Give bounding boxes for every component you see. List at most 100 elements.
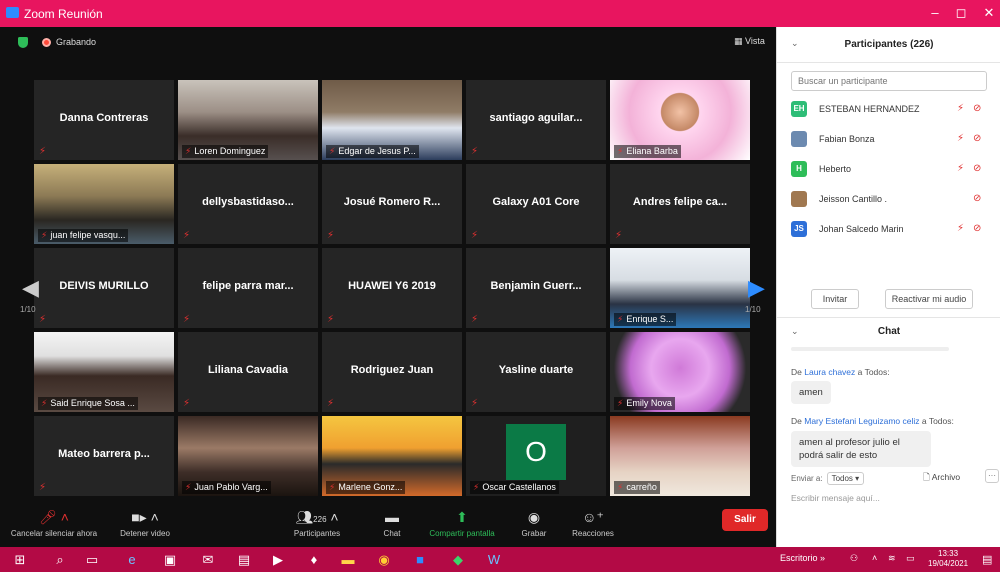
desktop-label[interactable]: Escritorio xyxy=(780,553,818,563)
participant-name: Oscar Castellanos xyxy=(482,482,556,492)
next-page-icon[interactable]: ▶ xyxy=(748,275,765,301)
photos-icon[interactable]: ▤ xyxy=(234,552,254,568)
file-button[interactable]: 🗋︎ Archivo xyxy=(923,472,960,486)
participants-button[interactable]: 👥︎226 ˄ Participantes xyxy=(282,509,352,538)
participant-name-label: ⚡ juan felipe vasqu... xyxy=(38,229,129,242)
participant-name-label: ⚡ Marlene Gonz... xyxy=(326,481,406,494)
task-view-icon[interactable]: ▭ xyxy=(82,552,102,568)
participant-row[interactable]: Fabian Bonza ⚡ ⊘ xyxy=(791,128,987,150)
view-button[interactable]: ▦ Vista xyxy=(734,36,765,47)
notification-icon[interactable]: ▤ xyxy=(982,553,992,566)
microphone-muted-icon: ⚡ xyxy=(327,314,335,325)
participant-name: Yasline duarte xyxy=(498,364,574,376)
participant-video-tile[interactable]: Rodriguez Juan ⚡ xyxy=(322,332,462,412)
wifi-icon[interactable]: ≋ xyxy=(888,553,896,564)
tray-up-icon[interactable]: ˄ xyxy=(872,553,877,563)
participant-name-label: ⚡ Oscar Castellanos xyxy=(470,481,559,494)
participant-video-tile[interactable]: Yasline duarte ⚡ xyxy=(466,332,606,412)
participant-name: Benjamin Guerr... xyxy=(490,280,582,292)
participant-row[interactable]: EH ESTEBAN HERNANDEZ ⚡ ⊘ xyxy=(791,98,987,120)
reactions-button[interactable]: ☺⁺ Reacciones xyxy=(566,509,620,538)
system-clock[interactable]: 13:33 19/04/2021 xyxy=(928,549,968,569)
avatar: EH xyxy=(791,101,807,117)
media-icon[interactable]: ▶ xyxy=(268,552,288,568)
participant-video-tile[interactable]: ⚡ Edgar de Jesus P... xyxy=(322,80,462,160)
maximize-button[interactable]: ◻ xyxy=(946,3,976,23)
store-icon[interactable]: ▣ xyxy=(160,552,180,568)
participant-video-tile[interactable]: ⚡ Loren Dominguez xyxy=(178,80,318,160)
participants-chat-panel: ⌄ Participantes (226) EH ESTEBAN HERNANDE… xyxy=(776,27,1000,547)
participant-video-tile[interactable]: O ⚡ Oscar Castellanos xyxy=(466,416,606,496)
stop-video-button[interactable]: ■▸ ˄ Detener video xyxy=(112,509,178,538)
close-button[interactable]: ✕ xyxy=(974,3,1000,23)
participant-video-tile[interactable]: ⚡ carreño xyxy=(610,416,750,496)
microphone-muted-icon: ⚡ xyxy=(41,230,48,240)
participant-video-tile[interactable]: ⚡ Marlene Gonz... xyxy=(322,416,462,496)
participant-name: Juan Pablo Varg... xyxy=(194,482,268,492)
participant-video-tile[interactable]: ⚡ juan felipe vasqu... xyxy=(34,164,174,244)
participant-video-tile[interactable]: Liliana Cavadia ⚡ xyxy=(178,332,318,412)
app-icon[interactable]: ♦ xyxy=(304,552,324,567)
avatar: JS xyxy=(791,221,807,237)
word-icon[interactable]: W xyxy=(484,552,504,567)
page-indicator-left: 1/10 xyxy=(20,305,36,314)
participant-row[interactable]: JS Johan Salcedo Marin ⚡ ⊘ xyxy=(791,218,987,240)
participant-name: Said Enrique Sosa ... xyxy=(50,398,135,408)
participant-search-input[interactable] xyxy=(791,71,987,91)
participant-video-tile[interactable]: Mateo barrera p... ⚡ xyxy=(34,416,174,496)
participant-video-tile[interactable]: ⚡ Said Enrique Sosa ... xyxy=(34,332,174,412)
participant-video-tile[interactable]: Benjamin Guerr... ⚡ xyxy=(466,248,606,328)
chevron-icon[interactable]: » xyxy=(820,553,825,563)
unmute-me-button[interactable]: Reactivar mi audio xyxy=(885,289,973,309)
participant-video-tile[interactable]: Andres felipe ca... ⚡ xyxy=(610,164,750,244)
microphone-muted-icon: ⚡ xyxy=(329,146,336,156)
chrome-icon[interactable]: ◉ xyxy=(374,552,394,568)
window-titlebar: Zoom Reunión – ◻ ✕ xyxy=(0,0,1000,27)
app2-icon[interactable]: ◆ xyxy=(448,552,468,568)
share-screen-button[interactable]: ⬆ Compartir pantalla xyxy=(424,509,500,538)
participant-video-tile[interactable]: ⚡ Enrique S... xyxy=(610,248,750,328)
more-options-button[interactable]: ··· xyxy=(985,469,999,483)
participant-video-tile[interactable]: ⚡ Emily Nova xyxy=(610,332,750,412)
invite-button[interactable]: Invitar xyxy=(811,289,859,309)
participant-video-tile[interactable]: dellysbastidaso... ⚡ xyxy=(178,164,318,244)
battery-icon[interactable]: ▭ xyxy=(906,553,915,564)
search-icon[interactable]: ⌕ xyxy=(50,552,70,568)
participant-video-tile[interactable]: Josué Romero R... ⚡ xyxy=(322,164,462,244)
participant-name: Rodriguez Juan xyxy=(350,364,434,376)
participant-video-tile[interactable]: Galaxy A01 Core ⚡ xyxy=(466,164,606,244)
participant-row[interactable]: H Heberto ⚡ ⊘ xyxy=(791,158,987,180)
participant-name: dellysbastidaso... xyxy=(202,196,294,208)
participant-video-tile[interactable]: Danna Contreras ⚡ xyxy=(34,80,174,160)
participant-name-label: ⚡ Loren Dominguez xyxy=(182,145,269,158)
windows-start-icon[interactable]: ⊞ xyxy=(10,552,30,568)
mail-icon[interactable]: ✉ xyxy=(198,552,218,568)
send-to-select[interactable]: Todos ▾ xyxy=(826,472,865,485)
participant-name: ESTEBAN HERNANDEZ xyxy=(819,104,920,114)
participant-video-tile[interactable]: DEIVIS MURILLO ⚡ xyxy=(34,248,174,328)
edge-browser-icon[interactable]: e xyxy=(122,552,142,567)
prev-page-icon[interactable]: ◀ xyxy=(22,275,39,301)
participant-row[interactable]: Jeisson Cantillo . ⊘ xyxy=(791,188,987,210)
zoom-taskbar-icon[interactable]: ■ xyxy=(410,552,430,567)
participant-video-tile[interactable]: ⚡ Eliana Barba xyxy=(610,80,750,160)
leave-button[interactable]: Salir xyxy=(722,509,768,531)
participant-name-label: ⚡ Emily Nova xyxy=(614,397,675,410)
file-explorer-icon[interactable]: ▬ xyxy=(338,552,358,567)
participant-video-tile[interactable]: ⚡ Juan Pablo Varg... xyxy=(178,416,318,496)
chat-button[interactable]: ▬ Chat xyxy=(370,509,414,538)
participant-video-tile[interactable]: santiago aguilar... ⚡ xyxy=(466,80,606,160)
microphone-muted-icon: ⚡ xyxy=(617,146,624,156)
security-shield-icon[interactable] xyxy=(18,37,28,48)
chat-message-input[interactable]: Escribir mensaje aquí... xyxy=(791,493,880,503)
participant-name-label: ⚡ Enrique S... xyxy=(614,313,677,326)
participant-video-tile[interactable]: felipe parra mar... ⚡ xyxy=(178,248,318,328)
record-button[interactable]: ◉ Grabar xyxy=(512,509,556,538)
people-icon[interactable]: ⚇ xyxy=(850,553,858,564)
participant-video-tile[interactable]: HUAWEI Y6 2019 ⚡ xyxy=(322,248,462,328)
microphone-muted-icon: ⚡ xyxy=(957,133,965,144)
microphone-muted-icon: ⚡ xyxy=(473,482,480,492)
microphone-muted-icon: ⚡ xyxy=(957,103,965,114)
microphone-muted-icon: ⚡ xyxy=(957,163,965,174)
unmute-button[interactable]: 🎤︎ ˄ Cancelar silenciar ahora xyxy=(8,509,100,538)
